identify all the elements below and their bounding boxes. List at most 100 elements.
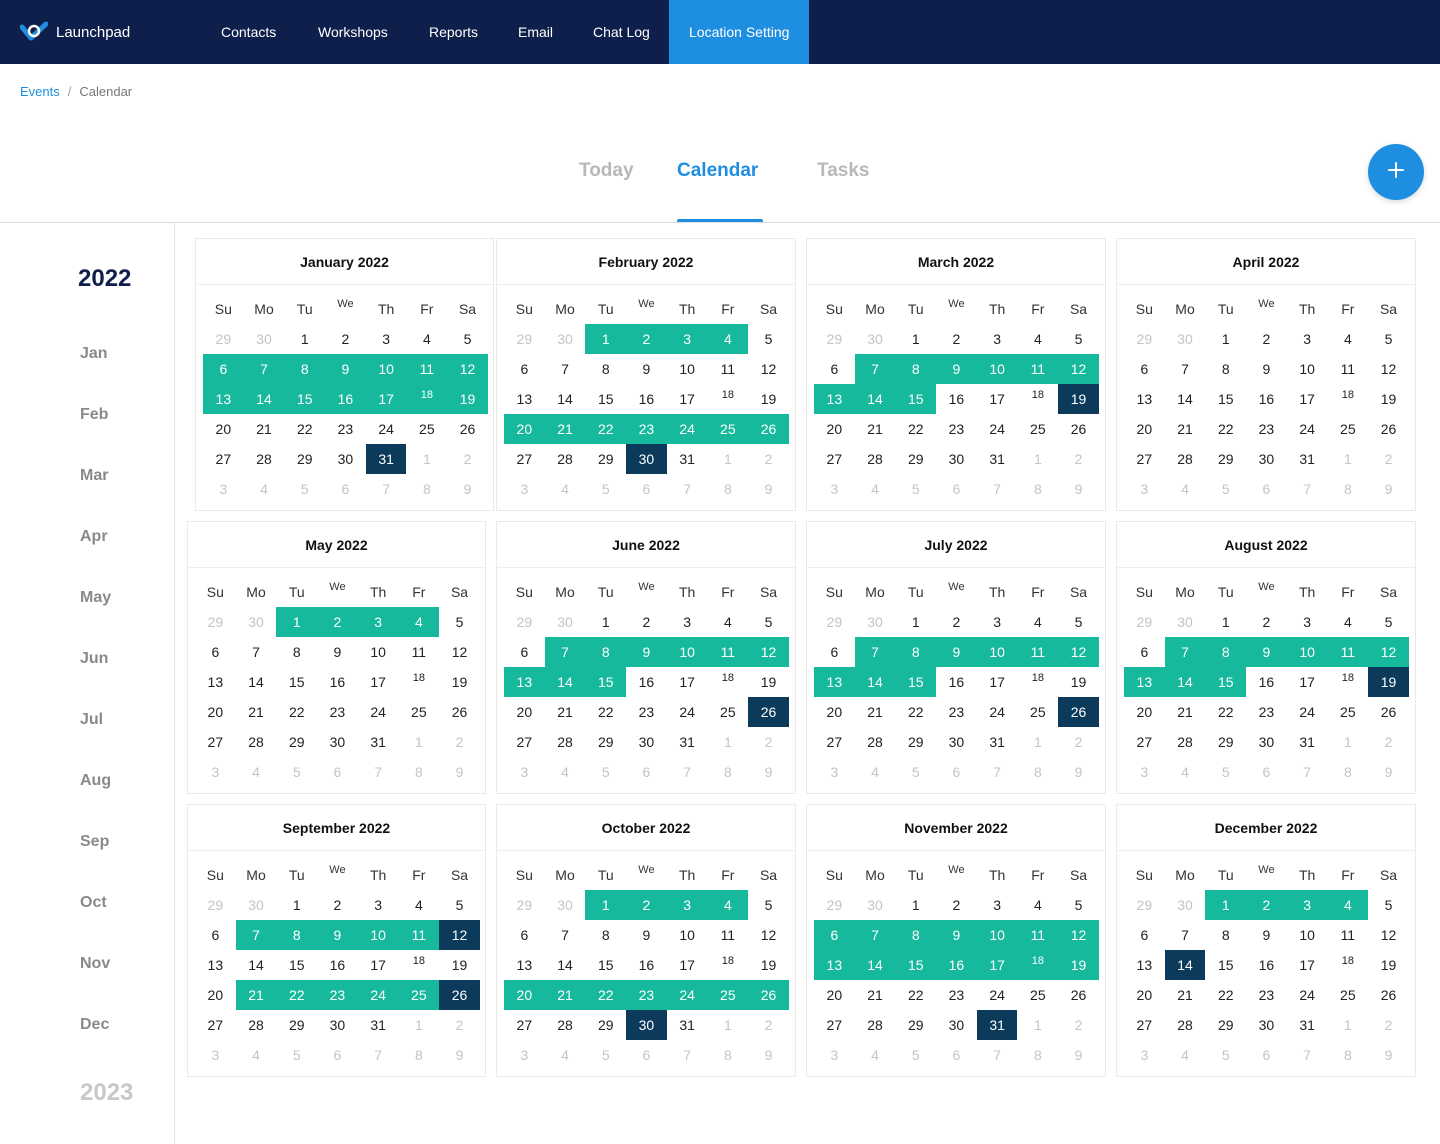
calendar-day[interactable]: 4 [855, 1040, 896, 1070]
calendar-day[interactable]: 6 [1124, 920, 1165, 950]
calendar-day[interactable]: 7 [545, 354, 586, 384]
calendar-day[interactable]: 19 [439, 950, 480, 980]
calendar-day[interactable]: 4 [708, 890, 749, 920]
calendar-day[interactable]: 3 [1287, 890, 1328, 920]
calendar-day[interactable]: 5 [895, 757, 936, 787]
calendar-day[interactable]: 5 [1058, 324, 1099, 354]
calendar-day[interactable]: 8 [399, 1040, 440, 1070]
calendar-day[interactable]: 5 [1058, 890, 1099, 920]
calendar-day[interactable]: 30 [1165, 607, 1206, 637]
calendar-day[interactable]: 3 [504, 1040, 545, 1070]
calendar-day[interactable]: 16 [1246, 384, 1287, 414]
calendar-day[interactable]: 19 [439, 667, 480, 697]
sidebar-month-nov[interactable]: Nov [80, 955, 110, 973]
calendar-day[interactable]: 29 [895, 1010, 936, 1040]
calendar-day[interactable]: 14 [1165, 950, 1206, 980]
calendar-day[interactable]: 2 [626, 890, 667, 920]
calendar-day[interactable]: 4 [1018, 890, 1059, 920]
sidebar-month-may[interactable]: May [80, 589, 111, 607]
calendar-day[interactable]: 14 [236, 950, 277, 980]
calendar-day[interactable]: 4 [1328, 890, 1369, 920]
calendar-day[interactable]: 9 [1368, 1040, 1409, 1070]
calendar-day[interactable]: 23 [317, 697, 358, 727]
calendar-day[interactable]: 6 [626, 757, 667, 787]
calendar-day[interactable]: 18 [708, 667, 749, 697]
sidebar-month-aug[interactable]: Aug [80, 772, 111, 790]
calendar-day[interactable]: 21 [1165, 414, 1206, 444]
calendar-day[interactable]: 8 [284, 354, 325, 384]
calendar-day[interactable]: 4 [407, 324, 448, 354]
calendar-day[interactable]: 19 [1058, 950, 1099, 980]
calendar-day[interactable]: 30 [325, 444, 366, 474]
calendar-day[interactable]: 1 [708, 727, 749, 757]
calendar-day[interactable]: 9 [748, 474, 789, 504]
calendar-day[interactable]: 12 [1368, 354, 1409, 384]
calendar-day[interactable]: 2 [1246, 890, 1287, 920]
calendar-day[interactable]: 20 [1124, 980, 1165, 1010]
calendar-day[interactable]: 9 [1246, 920, 1287, 950]
nav-item-reports[interactable]: Reports [429, 0, 478, 64]
calendar-day[interactable]: 8 [407, 474, 448, 504]
calendar-day[interactable]: 15 [284, 384, 325, 414]
calendar-day[interactable]: 23 [1246, 414, 1287, 444]
calendar-day[interactable]: 10 [358, 637, 399, 667]
calendar-day[interactable]: 20 [814, 414, 855, 444]
calendar-day[interactable]: 31 [667, 727, 708, 757]
calendar-day[interactable]: 20 [195, 980, 236, 1010]
calendar-day[interactable]: 1 [895, 324, 936, 354]
calendar-day[interactable]: 11 [1018, 354, 1059, 384]
calendar-day[interactable]: 19 [1368, 384, 1409, 414]
calendar-day[interactable]: 15 [276, 950, 317, 980]
calendar-day[interactable]: 22 [1205, 980, 1246, 1010]
calendar-day[interactable]: 20 [203, 414, 244, 444]
calendar-day[interactable]: 30 [626, 727, 667, 757]
sidebar-month-jul[interactable]: Jul [80, 711, 103, 729]
calendar-day[interactable]: 24 [1287, 697, 1328, 727]
sidebar-month-dec[interactable]: Dec [80, 1016, 109, 1034]
calendar-day[interactable]: 5 [439, 890, 480, 920]
calendar-day[interactable]: 20 [1124, 697, 1165, 727]
calendar-day[interactable]: 3 [1287, 324, 1328, 354]
calendar-day[interactable]: 11 [1328, 637, 1369, 667]
calendar-day[interactable]: 1 [399, 727, 440, 757]
calendar-day[interactable]: 17 [977, 384, 1018, 414]
calendar-day[interactable]: 4 [1018, 324, 1059, 354]
calendar-day[interactable]: 5 [585, 1040, 626, 1070]
calendar-day[interactable]: 3 [1124, 757, 1165, 787]
calendar-day[interactable]: 13 [814, 950, 855, 980]
calendar-day[interactable]: 14 [855, 667, 896, 697]
calendar-day[interactable]: 12 [748, 920, 789, 950]
calendar-day[interactable]: 3 [195, 1040, 236, 1070]
calendar-day[interactable]: 4 [708, 607, 749, 637]
calendar-day[interactable]: 14 [1165, 384, 1206, 414]
calendar-day[interactable]: 1 [284, 324, 325, 354]
calendar-day[interactable]: 16 [626, 950, 667, 980]
calendar-day[interactable]: 27 [504, 727, 545, 757]
calendar-day[interactable]: 29 [504, 607, 545, 637]
calendar-day[interactable]: 2 [317, 890, 358, 920]
calendar-day[interactable]: 15 [895, 384, 936, 414]
calendar-day[interactable]: 5 [585, 474, 626, 504]
calendar-day[interactable]: 21 [1165, 697, 1206, 727]
calendar-day[interactable]: 16 [936, 667, 977, 697]
calendar-day[interactable]: 24 [358, 697, 399, 727]
calendar-day[interactable]: 6 [936, 1040, 977, 1070]
calendar-day[interactable]: 11 [407, 354, 448, 384]
calendar-day[interactable]: 26 [748, 414, 789, 444]
calendar-day[interactable]: 28 [855, 444, 896, 474]
calendar-day[interactable]: 27 [504, 1010, 545, 1040]
calendar-day[interactable]: 16 [936, 950, 977, 980]
calendar-day[interactable]: 25 [1018, 697, 1059, 727]
app-logo[interactable]: Launchpad [20, 20, 130, 44]
calendar-day[interactable]: 3 [1287, 607, 1328, 637]
calendar-day[interactable]: 26 [439, 697, 480, 727]
calendar-day[interactable]: 5 [1368, 607, 1409, 637]
calendar-day[interactable]: 9 [439, 757, 480, 787]
calendar-day[interactable]: 6 [195, 920, 236, 950]
calendar-day[interactable]: 9 [1246, 637, 1287, 667]
calendar-day[interactable]: 29 [1205, 444, 1246, 474]
calendar-day[interactable]: 9 [936, 354, 977, 384]
current-year[interactable]: 2022 [78, 265, 131, 293]
calendar-day[interactable]: 8 [895, 920, 936, 950]
calendar-day[interactable]: 7 [855, 354, 896, 384]
